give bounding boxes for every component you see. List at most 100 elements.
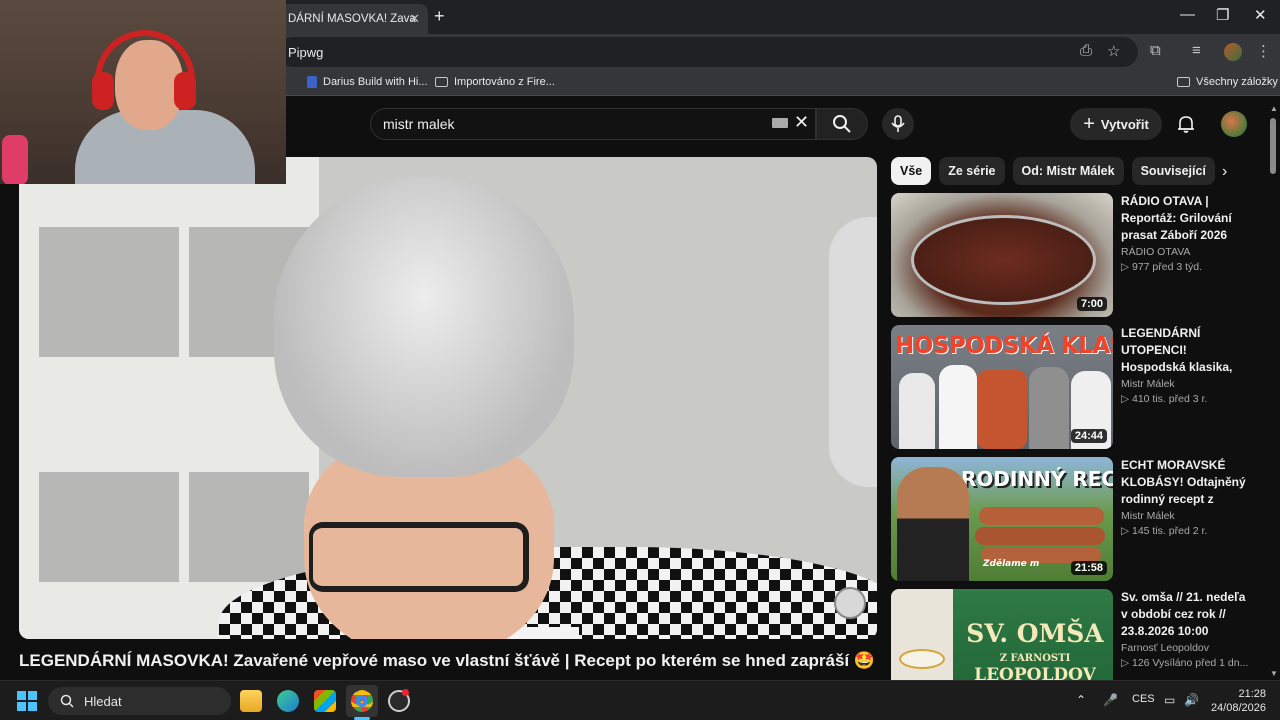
recommendation-channel[interactable]: Mistr Málek [1121,510,1253,522]
recording-indicator-icon [402,689,409,696]
chip-series[interactable]: Ze série [939,157,1005,185]
all-bookmarks-folder[interactable]: Všechny záložky [1177,76,1278,88]
menu-kebab-icon[interactable]: ⋮ [1256,42,1271,60]
thumbnail-pan [911,215,1096,305]
microphone-icon [891,115,905,132]
recommendation-title[interactable]: Sv. omša // 21. nedeľa v období cez rok … [1121,589,1253,640]
edge-browser-icon[interactable] [277,690,299,712]
search-icon [833,115,851,133]
browser-tab-active[interactable]: DÁRNÍ MASOVKA! Zava ✕ [278,4,428,34]
channel-watermark[interactable] [834,587,866,619]
recommendation-channel[interactable]: Mistr Málek [1121,378,1253,390]
recommendation-meta: ▷ 977 před 3 týd. [1121,261,1203,273]
bookmark-darius[interactable]: Darius Build with Hi... [307,76,428,88]
windows-start-icon[interactable] [17,691,37,711]
video-hairnet [274,177,574,477]
all-bookmarks-label: Všechny záložky [1196,76,1278,88]
create-button[interactable]: + Vytvořit [1070,108,1162,140]
recommendation-meta: ▷ 126 Vysíláno před 1 dn... [1121,657,1249,669]
video-player[interactable] [19,157,877,639]
thumbnail-sausage [979,507,1104,525]
search-input[interactable]: mistr malek [370,108,816,140]
recommendation-item[interactable]: RODINNÝ RECEPT Zdělame m 21:58 ECHT MORA… [891,457,1261,583]
search-value: mistr malek [383,116,455,132]
recommendation-channel[interactable]: RÁDIO OTAVA [1121,246,1253,258]
minimize-icon[interactable]: — [1180,6,1195,23]
chip-all[interactable]: Vše [891,157,932,185]
screen: { "browser": { "tab_title": "DÁRNÍ MASOV… [0,0,1280,720]
video-title: LEGENDÁRNÍ MASOVKA! Zavařené vepřové mas… [19,651,876,670]
taskbar-search[interactable]: Hledat [48,687,231,715]
page-scrollbar[interactable] [1268,104,1278,680]
recommendation-item[interactable]: SV. OMŠA Z FARNOSTI LEOPOLDOV Sv. omša /… [891,589,1261,680]
scroll-down-icon[interactable]: ▼ [1270,669,1278,678]
thumbnail-text: RODINNÝ RECEPT [961,467,1113,491]
microphone-tray-icon[interactable]: 🎤 [1103,693,1118,707]
filter-chips: Vše Ze série Od: Mistr Málek Související [891,157,1215,185]
recommendation-channel[interactable]: Farnosť Leopoldov [1121,642,1253,654]
clock-time: 21:28 [1238,688,1266,700]
chip-from-channel[interactable]: Od: Mistr Málek [1012,157,1124,185]
chrome-browser-icon[interactable] [351,690,373,712]
taskbar-search-label: Hledat [84,693,122,709]
bookmark-imported-folder[interactable]: Importováno z Fire... [435,76,555,88]
media-control-icon[interactable]: ≡ [1192,42,1201,59]
new-tab-icon[interactable]: + [434,6,445,27]
recommendation-title[interactable]: ECHT MORAVSKÉ KLOBÁSY! Odtajněný rodinný… [1121,457,1253,508]
url-text: Pipwg [288,44,324,60]
microsoft-store-icon[interactable] [314,690,336,712]
wall-tile [39,227,179,357]
address-bar[interactable]: Pipwg [278,37,1138,67]
recommendation-title[interactable]: RÁDIO OTAVA | Reportáž: Grilování prasat… [1121,193,1253,244]
keyboard-icon[interactable] [772,118,788,128]
network-icon[interactable]: ▭ [1164,693,1175,707]
clear-search-icon[interactable]: ✕ [794,112,809,133]
video-duration: 24:44 [1070,429,1107,443]
thumbnail-subtext: LEOPOLDOV [974,665,1096,680]
video-thumbnail[interactable]: 7:00 [891,193,1113,317]
install-app-icon[interactable]: ⎙ [1080,42,1092,59]
thumbnail-subtext: Zdělame m [983,559,1040,569]
plus-icon: + [1083,112,1095,135]
bookmark-label: Importováno z Fire... [454,76,555,88]
thumbnail-person [1029,367,1069,449]
wall-tile [39,472,179,582]
thumbnail-chalice [899,649,945,669]
recommendation-item[interactable]: HOSPODSKÁ KLASIKA 24:44 LEGENDÁRNÍ UTOPE… [891,325,1261,451]
recommendation-item[interactable]: 7:00 RÁDIO OTAVA | Reportáž: Grilování p… [891,193,1261,319]
clock-date: 24/08/2026 [1210,702,1266,714]
folder-icon [435,77,448,87]
video-duration: 7:00 [1076,297,1107,311]
extensions-icon[interactable]: ⧉ [1150,42,1161,59]
recommendation-title[interactable]: LEGENDÁRNÍ UTOPENCI! Hospodská klasika, … [1121,325,1253,376]
scroll-up-icon[interactable]: ▲ [1270,104,1278,113]
file-explorer-icon[interactable] [240,690,262,712]
windows-taskbar: Hledat ⌃ 🎤 CES ▭ 🔊 21:28 24/08/2026 [0,680,1280,720]
taskbar-clock[interactable]: 21:28 24/08/2026 [1206,687,1266,715]
bookmark-star-icon[interactable]: ☆ [1107,42,1120,60]
search-icon [60,694,74,708]
video-person-background [829,217,877,487]
video-thumbnail[interactable]: HOSPODSKÁ KLASIKA 24:44 [891,325,1113,449]
thumbnail-jar [977,370,1027,449]
webcam-headset-ear [174,72,196,110]
video-thumbnail[interactable]: SV. OMŠA Z FARNOSTI LEOPOLDOV [891,589,1113,680]
account-avatar[interactable] [1221,111,1247,137]
language-indicator[interactable]: CES [1132,693,1155,705]
scrollbar-thumb[interactable] [1270,118,1276,174]
tab-title: DÁRNÍ MASOVKA! Zava [288,13,416,25]
restore-icon[interactable]: ❐ [1216,6,1229,24]
voice-search-button[interactable] [882,108,914,140]
profile-avatar[interactable] [1224,43,1242,61]
video-frame-background [19,157,319,639]
close-window-icon[interactable]: ✕ [1254,6,1267,24]
chip-related[interactable]: Související [1131,157,1215,185]
thumbnail-person [897,467,969,581]
volume-icon[interactable]: 🔊 [1184,693,1199,707]
tray-overflow-chevron-icon[interactable]: ⌃ [1076,693,1086,707]
notifications-bell-icon[interactable] [1176,114,1196,139]
tab-close-icon[interactable]: ✕ [409,11,420,27]
chevron-right-icon[interactable]: › [1222,163,1227,181]
search-button[interactable] [816,108,868,140]
video-thumbnail[interactable]: RODINNÝ RECEPT Zdělame m 21:58 [891,457,1113,581]
